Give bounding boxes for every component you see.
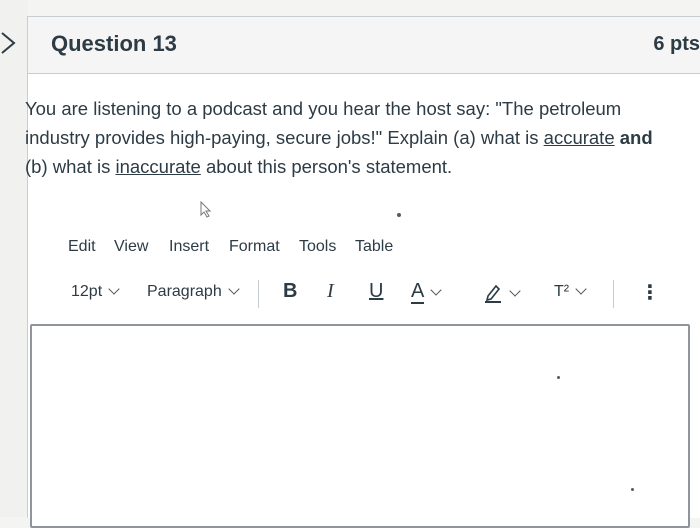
menu-table[interactable]: Table bbox=[355, 238, 393, 256]
chevron-right-icon[interactable] bbox=[0, 30, 20, 56]
superscript-icon: T² bbox=[554, 283, 570, 300]
chevron-down-icon bbox=[430, 284, 443, 296]
question-text-part1: You are listening to a podcast and you h… bbox=[25, 98, 622, 148]
block-format-value: Paragraph bbox=[147, 283, 222, 300]
underline-button[interactable]: U bbox=[369, 280, 383, 303]
dust-speck bbox=[397, 213, 401, 217]
toolbar-divider bbox=[258, 280, 259, 308]
accurate-word: accurate bbox=[543, 127, 615, 148]
menu-insert[interactable]: Insert bbox=[169, 238, 209, 256]
menu-format[interactable]: Format bbox=[229, 238, 280, 256]
dust-speck bbox=[631, 488, 634, 491]
dust-speck bbox=[557, 376, 560, 379]
font-size-select[interactable]: 12pt bbox=[71, 283, 120, 301]
question-text-part2: (b) what is bbox=[25, 156, 116, 177]
question-title: Question 13 bbox=[51, 31, 177, 56]
left-gutter bbox=[0, 0, 28, 517]
menu-tools[interactable]: Tools bbox=[299, 238, 336, 256]
mouse-pointer-icon bbox=[200, 201, 212, 218]
chevron-down-icon bbox=[575, 283, 587, 295]
italic-button[interactable]: I bbox=[327, 280, 334, 303]
menu-view[interactable]: View bbox=[114, 238, 148, 256]
font-size-value: 12pt bbox=[71, 283, 103, 300]
question-text-part3: about this person's statement. bbox=[200, 156, 453, 177]
inaccurate-word: inaccurate bbox=[115, 156, 201, 177]
menu-edit[interactable]: Edit bbox=[68, 238, 96, 256]
chevron-down-icon bbox=[228, 283, 240, 295]
superscript-button[interactable]: T² bbox=[554, 283, 587, 301]
and-word: and bbox=[614, 127, 653, 148]
text-color-icon: A bbox=[411, 280, 425, 304]
block-format-select[interactable]: Paragraph bbox=[147, 283, 240, 301]
highlight-color-button[interactable] bbox=[483, 282, 521, 309]
more-options-button[interactable]: ⋮ bbox=[640, 280, 660, 305]
question-text: You are listening to a podcast and you h… bbox=[25, 94, 665, 181]
chevron-down-icon bbox=[509, 285, 521, 297]
bold-button[interactable]: B bbox=[283, 280, 297, 303]
question-points: 6 pts bbox=[653, 33, 700, 55]
answer-editor[interactable] bbox=[30, 324, 690, 528]
question-header: Question 13 6 pts bbox=[28, 17, 700, 74]
chevron-down-icon bbox=[108, 283, 120, 295]
text-color-button[interactable]: A bbox=[411, 280, 443, 304]
toolbar-divider bbox=[613, 280, 614, 308]
highlighter-icon bbox=[485, 284, 501, 303]
